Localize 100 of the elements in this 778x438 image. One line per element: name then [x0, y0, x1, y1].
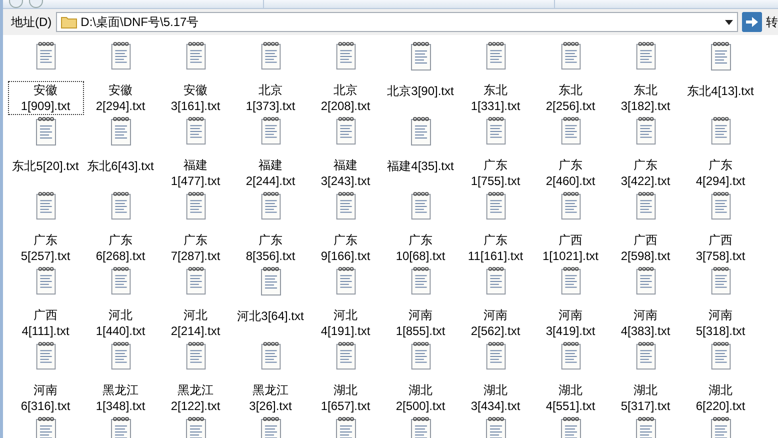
- text-file-icon: [110, 266, 132, 295]
- file-name[interactable]: 湖北 3[434].txt: [458, 382, 532, 414]
- file-name[interactable]: 河南 2[562].txt: [458, 307, 532, 339]
- go-arrow-icon[interactable]: [742, 12, 762, 32]
- file-name[interactable]: 河北 1[440].txt: [84, 307, 158, 339]
- file-name[interactable]: 河南 3[419].txt: [534, 307, 608, 339]
- file-name[interactable]: 北京 1[373].txt: [234, 82, 308, 114]
- text-file-icon: [484, 116, 506, 145]
- text-file-icon: [260, 41, 282, 70]
- file-name[interactable]: 广东 10[68].txt: [384, 232, 458, 264]
- file-name[interactable]: 安徽 1[909].txt: [8, 82, 82, 114]
- address-label: 地址(D): [11, 14, 52, 31]
- file-name[interactable]: 黑龙江 3[26].txt: [234, 382, 308, 414]
- text-file-icon: [484, 341, 506, 370]
- text-file-icon: [484, 41, 506, 70]
- file-name[interactable]: 河北 2[214].txt: [158, 307, 232, 339]
- file-name[interactable]: 广东 4[294].txt: [684, 157, 758, 189]
- file-name[interactable]: 广西 3[758].txt: [684, 232, 758, 264]
- text-file-icon: [410, 191, 432, 220]
- file-name[interactable]: 东北 3[182].txt: [608, 82, 682, 114]
- file-name[interactable]: 黑龙江 2[122].txt: [158, 382, 232, 414]
- text-file-icon: [560, 191, 582, 220]
- file-name[interactable]: 东北4[13].txt: [686, 83, 755, 99]
- file-name[interactable]: 广东 9[166].txt: [308, 232, 382, 264]
- file-name[interactable]: 福建4[35].txt: [386, 158, 455, 174]
- text-file-icon: [634, 116, 656, 145]
- file-name[interactable]: 广东 1[755].txt: [458, 157, 532, 189]
- text-file-icon: [560, 341, 582, 370]
- text-file-icon: [410, 41, 432, 71]
- file-name[interactable]: 北京3[90].txt: [386, 83, 455, 99]
- file-name[interactable]: 湖北 2[500].txt: [384, 382, 458, 414]
- text-file-icon: [410, 266, 432, 295]
- go-label[interactable]: 转: [766, 13, 778, 31]
- text-file-icon: [110, 41, 132, 70]
- text-file-icon: [634, 341, 656, 370]
- file-name[interactable]: 东北5[20].txt: [11, 158, 80, 174]
- file-name[interactable]: 东北 1[331].txt: [458, 82, 532, 114]
- text-file-icon: [110, 341, 132, 370]
- text-file-icon: [560, 41, 582, 70]
- file-name[interactable]: 北京 2[208].txt: [308, 82, 382, 114]
- text-file-icon: [184, 341, 206, 370]
- text-file-icon: [110, 191, 132, 220]
- file-name[interactable]: 广西 4[111].txt: [8, 307, 82, 339]
- file-name[interactable]: 河南 5[318].txt: [684, 307, 758, 339]
- dropdown-caret-icon[interactable]: [725, 18, 733, 26]
- file-name[interactable]: 湖北 6[220].txt: [684, 382, 758, 414]
- file-name[interactable]: 河北 4[191].txt: [308, 307, 382, 339]
- text-file-icon: [334, 266, 356, 295]
- address-field[interactable]: D:\桌面\DNF号\5.17号: [56, 12, 738, 32]
- text-file-icon: [260, 191, 282, 220]
- text-file-icon: [184, 116, 206, 145]
- text-file-icon: [634, 191, 656, 220]
- file-name[interactable]: 河南 4[383].txt: [608, 307, 682, 339]
- text-file-icon: [334, 41, 356, 70]
- text-file-icon: [184, 191, 206, 220]
- file-name[interactable]: 广东 11[161].txt: [458, 232, 532, 264]
- file-name[interactable]: 福建 2[244].txt: [234, 157, 308, 189]
- file-name[interactable]: 河北3[64].txt: [236, 308, 305, 324]
- file-name[interactable]: 河南 1[855].txt: [384, 307, 458, 339]
- file-name[interactable]: 东北 2[256].txt: [534, 82, 608, 114]
- text-file-icon: [334, 341, 356, 370]
- file-name[interactable]: 广西 1[1021].txt: [534, 232, 608, 264]
- text-file-icon: [334, 116, 356, 145]
- file-name[interactable]: 广东 5[257].txt: [8, 232, 82, 264]
- text-file-icon: [34, 266, 56, 295]
- file-name[interactable]: 东北6[43].txt: [86, 158, 155, 174]
- file-name[interactable]: 湖北 1[657].txt: [308, 382, 382, 414]
- text-file-icon: [710, 341, 732, 370]
- text-file-icon: [334, 191, 356, 220]
- text-file-icon: [260, 116, 282, 145]
- text-file-icon: [184, 266, 206, 295]
- file-name[interactable]: 黑龙江 1[348].txt: [84, 382, 158, 414]
- text-file-icon: [260, 341, 282, 370]
- text-file-icon: [560, 266, 582, 295]
- file-name[interactable]: 广东 6[268].txt: [84, 232, 158, 264]
- file-name[interactable]: 广西 2[598].txt: [608, 232, 682, 264]
- text-file-icon: [410, 116, 432, 146]
- file-name[interactable]: 广东 3[422].txt: [608, 157, 682, 189]
- file-name[interactable]: 安徽 3[161].txt: [158, 82, 232, 114]
- text-file-icon: [34, 116, 56, 146]
- file-name[interactable]: 安徽 2[294].txt: [84, 82, 158, 114]
- text-file-icon: [260, 266, 282, 296]
- text-file-icon: [34, 41, 56, 70]
- file-name[interactable]: 河南 6[316].txt: [8, 382, 82, 414]
- text-file-icon: [34, 341, 56, 370]
- text-file-icon: [484, 266, 506, 295]
- text-file-icon: [560, 116, 582, 145]
- file-name[interactable]: 湖北 4[551].txt: [534, 382, 608, 414]
- text-file-icon: [710, 41, 732, 71]
- text-file-icon: [484, 191, 506, 220]
- file-name[interactable]: 广东 7[287].txt: [158, 232, 232, 264]
- file-name[interactable]: 福建 1[477].txt: [158, 157, 232, 189]
- file-name[interactable]: 湖北 5[317].txt: [608, 382, 682, 414]
- text-file-icon: [710, 191, 732, 220]
- file-name[interactable]: 福建 3[243].txt: [308, 157, 382, 189]
- file-name[interactable]: 广东 2[460].txt: [534, 157, 608, 189]
- folder-icon: [60, 16, 77, 28]
- text-file-icon: [34, 191, 56, 220]
- text-file-icon: [634, 41, 656, 70]
- file-name[interactable]: 广东 8[356].txt: [234, 232, 308, 264]
